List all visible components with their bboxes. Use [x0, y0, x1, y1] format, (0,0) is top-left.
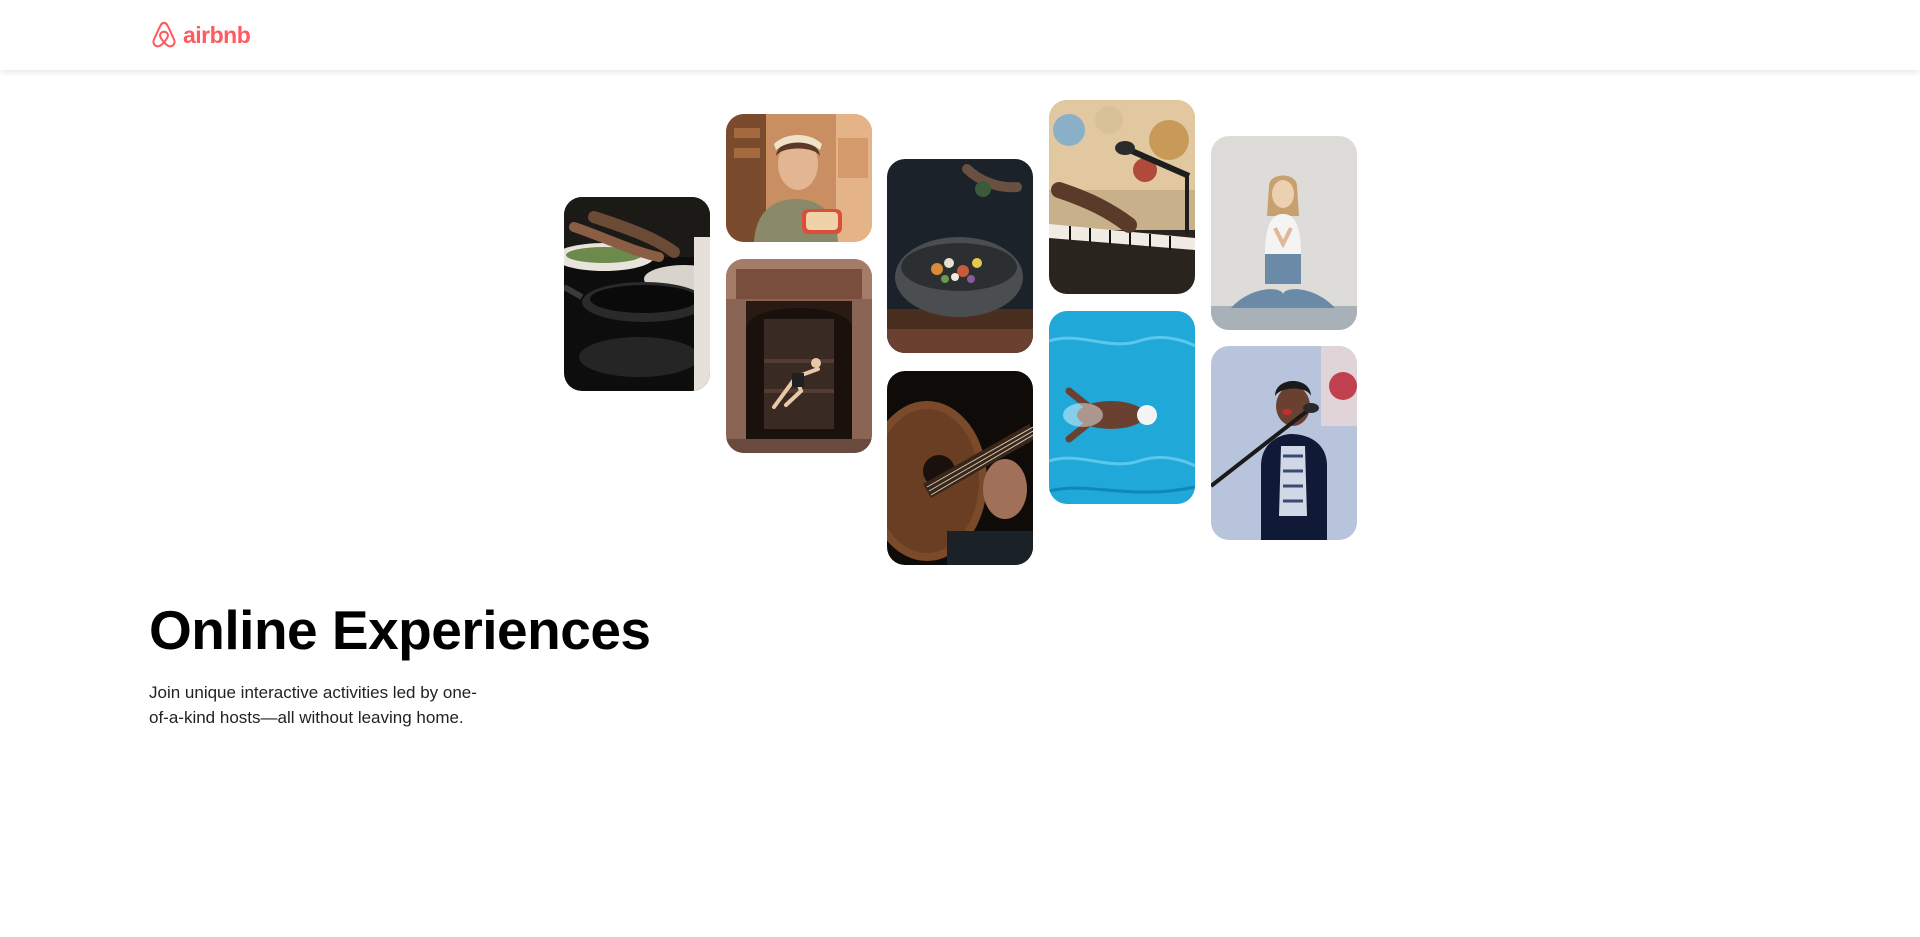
baker-photo-image [726, 114, 872, 242]
dancer-photo-image [726, 259, 872, 453]
keyboard-photo-image [1049, 100, 1195, 294]
photo-singer[interactable] [1211, 346, 1357, 540]
yoga-photo-image [1211, 136, 1357, 330]
photo-dancer[interactable] [726, 259, 872, 453]
airbnb-logo-link[interactable]: airbnb [149, 18, 251, 52]
photo-yoga[interactable] [1211, 136, 1357, 330]
top-navbar: airbnb [0, 0, 1920, 70]
photo-food-bowl[interactable] [887, 159, 1033, 353]
photo-keyboard[interactable] [1049, 100, 1195, 294]
logo-wordmark: airbnb [183, 21, 251, 48]
photo-swimmer[interactable] [1049, 311, 1195, 504]
airbnb-belo-icon [152, 21, 176, 48]
photo-baker[interactable] [726, 114, 872, 242]
guitar-photo-image [887, 371, 1033, 565]
page-title: Online Experiences [149, 599, 651, 661]
photo-cooking[interactable] [564, 197, 710, 391]
swimmer-photo-image [1049, 311, 1195, 504]
page-description: Join unique interactive activities led b… [149, 683, 477, 727]
singer-photo-image [1211, 346, 1357, 540]
cooking-photo-image [564, 197, 710, 391]
photo-guitar[interactable] [887, 371, 1033, 565]
food-bowl-photo-image [887, 159, 1033, 353]
